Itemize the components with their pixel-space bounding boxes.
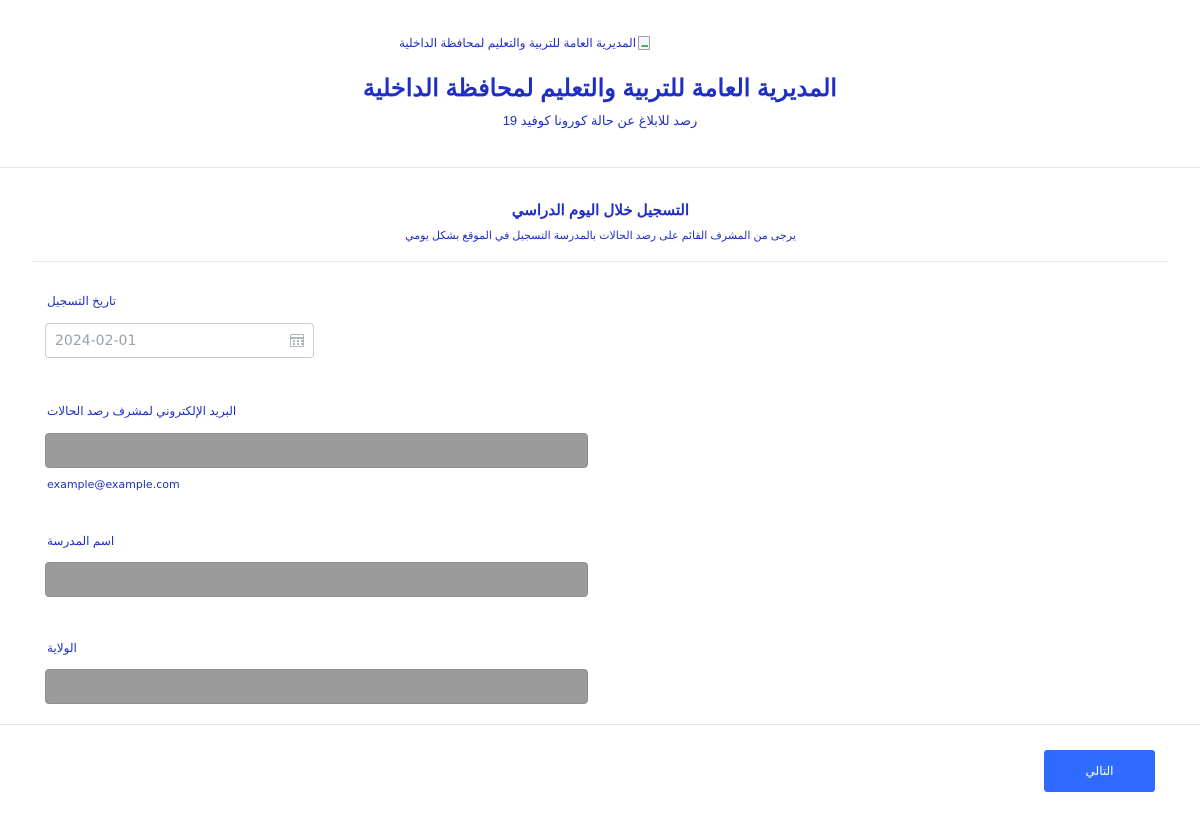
form-footer: التالي [0, 724, 1200, 815]
state-field[interactable] [45, 669, 588, 704]
email-hint: example@example.com [47, 478, 180, 491]
next-button[interactable]: التالي [1044, 750, 1155, 792]
section-description: يرجى من المشرف القائم على رصد الحالات با… [405, 230, 796, 242]
email-field[interactable] [45, 433, 588, 468]
section-title: التسجيل خلال اليوم الدراسي [511, 202, 690, 219]
logo-alt-text: المديرية العامة للتربية والتعليم لمحافظة… [399, 36, 637, 50]
school-label: اسم المدرسة [47, 534, 115, 548]
state-label: الولاية [47, 641, 77, 655]
school-name-field[interactable] [45, 562, 588, 597]
broken-image-icon [638, 36, 651, 50]
page-subtitle: رصد للابلاغ عن حالة كورونا كوفيد 19 [502, 113, 698, 128]
form-header: المديرية العامة للتربية والتعليم لمحافظة… [0, 0, 1200, 168]
page-title: المديرية العامة للتربية والتعليم لمحافظة… [362, 75, 838, 102]
calendar-icon[interactable] [290, 334, 304, 347]
date-input[interactable] [55, 332, 290, 349]
date-field[interactable] [45, 323, 314, 358]
logo-image: المديرية العامة للتربية والتعليم لمحافظة… [399, 35, 651, 51]
date-label: تاريخ التسجيل [47, 294, 116, 308]
email-label: البريد الإلكتروني لمشرف رصد الحالات [47, 404, 237, 418]
section-header: التسجيل خلال اليوم الدراسي يرجى من المشر… [33, 168, 1168, 262]
